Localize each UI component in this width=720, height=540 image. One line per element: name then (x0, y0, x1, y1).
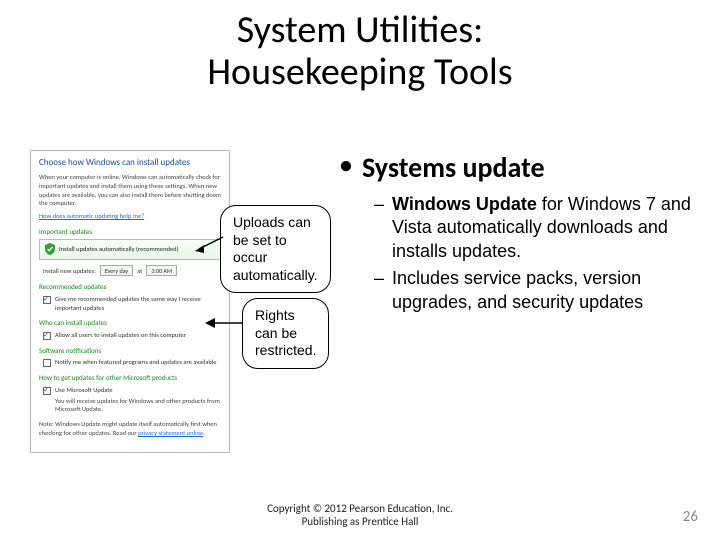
slide-title: System Utilities: Housekeeping Tools (0, 0, 720, 94)
panel-heading: Choose how Windows can install updates (39, 157, 221, 169)
dash-icon: – (374, 193, 384, 263)
soft-cb-text: Notify me when featured programs and upd… (55, 358, 217, 367)
main-bullet: • Systems update (340, 150, 695, 185)
schedule-prefix: Install new updates: (43, 267, 96, 276)
sub-bullet-1: – Windows Update for Windows 7 and Vista… (374, 193, 695, 263)
callout-rights: Rights can be restricted. (242, 298, 329, 369)
who-cb-text: Allow all users to install updates on th… (55, 331, 186, 340)
recommended-checkbox (43, 296, 51, 304)
copyright: Copyright © 2012 Pearson Education, Inc.… (0, 502, 720, 528)
title-line-2: Housekeeping Tools (207, 49, 512, 95)
copyright-line-2: Publishing as Prentice Hall (302, 515, 419, 528)
recommended-updates-label: Recommended updates (39, 282, 221, 291)
ms-update-label: How to get updates for other Microsoft p… (39, 373, 221, 382)
bullet-list: • Systems update – Windows Update for Wi… (340, 150, 695, 318)
panel-intro: When your computer is online, Windows ca… (39, 173, 221, 208)
sub-bullet-2: – Includes service packs, version upgrad… (374, 267, 695, 314)
callout-uploads: Uploads can be set to occur automaticall… (220, 205, 331, 293)
schedule-at: at (137, 267, 142, 276)
who-checkbox (43, 332, 51, 340)
ms-note: You will receive updates for Windows and… (55, 397, 221, 415)
ms-cb-text: Use Microsoft Update (55, 386, 113, 395)
recommended-option-box: Install updates automatically (recommend… (39, 239, 221, 260)
main-bullet-text: Systems update (362, 150, 545, 185)
bullet-dot-icon: • (340, 150, 352, 182)
recommended-cb-text: Give me recommended updates the same way… (55, 295, 221, 313)
sub2-text: Includes service packs, version upgrades… (392, 267, 695, 314)
important-updates-label: Important updates (39, 227, 221, 236)
title-line-1: System Utilities: (237, 7, 484, 53)
windows-update-panel: Choose how Windows can install updates W… (30, 150, 230, 453)
panel-help-link: How does automatic updating help me? (39, 212, 144, 220)
software-notifications-label: Software notifications (39, 346, 221, 355)
who-can-install-label: Who can install updates (39, 318, 221, 327)
shield-icon (45, 243, 55, 255)
schedule-time-dropdown: 3:00 AM (146, 265, 177, 276)
ms-checkbox (43, 387, 51, 395)
copyright-line-1: Copyright © 2012 Pearson Education, Inc. (267, 502, 453, 515)
panel-note-link: privacy statement online (138, 429, 203, 437)
windows-update-figure: Choose how Windows can install updates W… (30, 150, 305, 453)
schedule-day-dropdown: Every day (100, 265, 133, 276)
sub1-bold: Windows Update (392, 194, 537, 214)
soft-checkbox (43, 359, 51, 367)
dash-icon: – (374, 267, 384, 314)
page-number: 26 (683, 508, 698, 526)
schedule-row: Install new updates: Every day at 3:00 A… (43, 265, 221, 276)
recommended-option-text: Install updates automatically (recommend… (59, 245, 179, 254)
